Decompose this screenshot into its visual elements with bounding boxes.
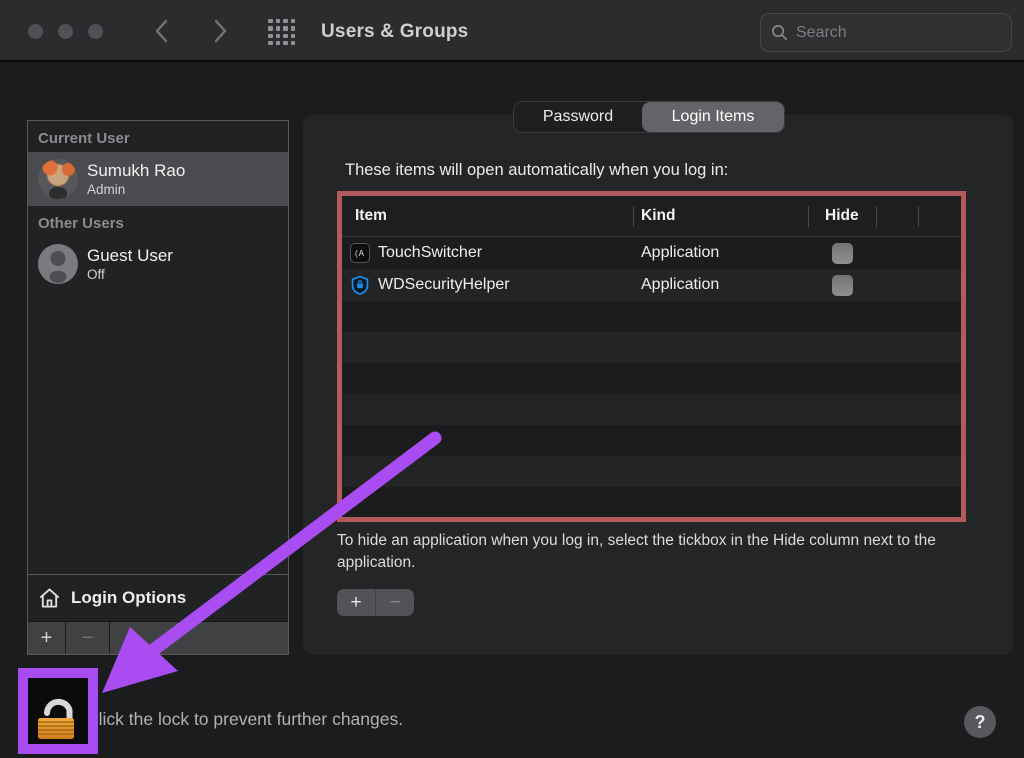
column-header-hide[interactable]: Hide bbox=[825, 207, 859, 225]
item-name: WDSecurityHelper bbox=[378, 276, 510, 294]
chevron-right-icon bbox=[208, 18, 232, 44]
lock-highlight-box bbox=[18, 668, 98, 754]
close-window-button[interactable] bbox=[28, 24, 43, 39]
item-kind: Application bbox=[633, 276, 808, 294]
column-header-item[interactable]: Item bbox=[355, 207, 387, 225]
hide-help-text: To hide an application when you log in, … bbox=[337, 530, 985, 574]
other-users-header: Other Users bbox=[38, 215, 288, 232]
sidebar-item-guest-user[interactable]: Guest User Off bbox=[28, 237, 288, 291]
login-items-table: Item Kind Hide (A TouchSwitcher Applicat… bbox=[337, 191, 966, 522]
show-all-preferences-button[interactable] bbox=[268, 19, 295, 45]
blue-shield-lock-icon bbox=[350, 275, 370, 295]
zoom-window-button[interactable] bbox=[88, 24, 103, 39]
item-name: TouchSwitcher bbox=[378, 244, 482, 262]
hide-checkbox[interactable] bbox=[832, 243, 853, 264]
tab-password[interactable]: Password bbox=[514, 102, 642, 132]
column-separator bbox=[808, 206, 809, 227]
sidebar-spacer bbox=[28, 291, 288, 574]
search-field[interactable] bbox=[760, 13, 1012, 52]
touchbar-key-icon: (A bbox=[350, 243, 370, 263]
title-bar: Users & Groups bbox=[0, 0, 1024, 62]
help-button[interactable]: ? bbox=[964, 706, 996, 738]
lock-caption: Click the lock to prevent further change… bbox=[86, 709, 403, 730]
forward-button[interactable] bbox=[208, 18, 232, 44]
guest-avatar-icon bbox=[38, 244, 78, 284]
chevron-left-icon bbox=[150, 18, 174, 44]
column-separator bbox=[918, 206, 919, 227]
column-separator bbox=[876, 206, 877, 227]
unlocked-padlock-icon[interactable] bbox=[34, 682, 82, 740]
login-items-caption: These items will open automatically when… bbox=[345, 161, 728, 180]
current-user-header: Current User bbox=[38, 130, 288, 147]
search-input[interactable] bbox=[796, 24, 1001, 42]
sidebar-item-login-options[interactable]: Login Options bbox=[28, 574, 288, 621]
toolbar-filler bbox=[110, 622, 288, 654]
user-avatar bbox=[38, 159, 78, 199]
current-user-name: Sumukh Rao bbox=[87, 160, 185, 181]
table-row[interactable]: (A TouchSwitcher Application bbox=[342, 237, 961, 269]
guest-user-status: Off bbox=[87, 266, 173, 283]
table-header: Item Kind Hide bbox=[342, 196, 961, 237]
item-kind: Application bbox=[633, 244, 808, 262]
tab-login-items[interactable]: Login Items bbox=[642, 102, 784, 132]
add-login-item-button[interactable]: + bbox=[337, 589, 376, 616]
table-row[interactable]: WDSecurityHelper Application bbox=[342, 269, 961, 301]
search-icon bbox=[771, 24, 788, 41]
guest-user-name: Guest User bbox=[87, 245, 173, 266]
hide-checkbox[interactable] bbox=[832, 275, 853, 296]
login-items-toolbar: + − bbox=[337, 589, 414, 616]
login-options-label: Login Options bbox=[71, 588, 186, 608]
remove-user-button[interactable]: − bbox=[66, 622, 110, 654]
remove-login-item-button[interactable]: − bbox=[376, 589, 414, 616]
current-user-role: Admin bbox=[87, 181, 185, 198]
empty-table-rows bbox=[342, 301, 961, 517]
back-button[interactable] bbox=[150, 18, 174, 44]
column-separator bbox=[633, 206, 634, 227]
users-sidebar: Current User Sumukh Rao Admin Other User… bbox=[27, 120, 289, 655]
minimize-window-button[interactable] bbox=[58, 24, 73, 39]
tab-bar: Password Login Items bbox=[513, 101, 785, 133]
column-header-kind[interactable]: Kind bbox=[641, 207, 675, 225]
sidebar-user-toolbar: + − bbox=[28, 621, 288, 654]
window-title: Users & Groups bbox=[321, 21, 468, 43]
home-icon bbox=[38, 587, 61, 609]
add-user-button[interactable]: + bbox=[28, 622, 66, 654]
users-and-groups-window: Users & Groups Current User Sumukh Rao A… bbox=[0, 0, 1024, 758]
sidebar-item-current-user[interactable]: Sumukh Rao Admin bbox=[28, 152, 288, 206]
